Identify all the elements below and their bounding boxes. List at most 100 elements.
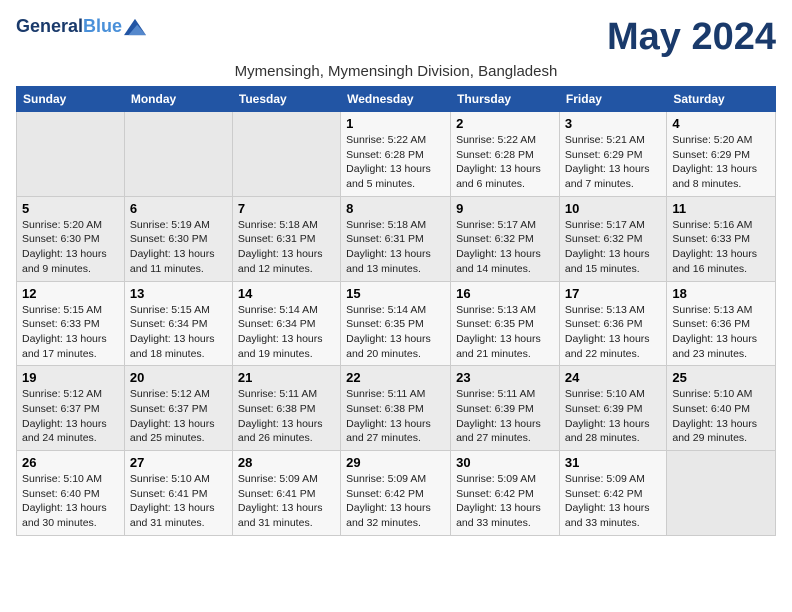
day-detail: Sunrise: 5:10 AM Sunset: 6:39 PM Dayligh…	[565, 387, 661, 446]
calendar-cell: 15Sunrise: 5:14 AM Sunset: 6:35 PM Dayli…	[341, 281, 451, 366]
calendar-week-row: 5 Sunrise: 5:20 AM Sunset: 6:30 PM Daylig…	[17, 196, 776, 281]
calendar-cell: 7 Sunrise: 5:18 AM Sunset: 6:31 PM Daylig…	[232, 196, 340, 281]
day-number: 14	[238, 286, 335, 301]
subtitle: Mymensingh, Mymensingh Division, Banglad…	[16, 63, 776, 80]
header-cell-saturday: Saturday	[667, 87, 776, 112]
calendar-cell	[232, 112, 340, 197]
day-detail: Sunrise: 5:11 AM Sunset: 6:38 PM Dayligh…	[346, 387, 445, 446]
header-cell-wednesday: Wednesday	[341, 87, 451, 112]
calendar-cell: 2 Sunrise: 5:22 AM Sunset: 6:28 PM Daylig…	[451, 112, 560, 197]
calendar-cell: 23 Sunrise: 5:11 AM Sunset: 6:39 PM Dayli…	[451, 366, 560, 451]
day-detail: Sunrise: 5:15 AM Sunset: 6:33 PM Dayligh…	[22, 303, 119, 362]
day-detail: Sunrise: 5:18 AM Sunset: 6:31 PM Dayligh…	[346, 218, 445, 277]
day-detail: Sunrise: 5:12 AM Sunset: 6:37 PM Dayligh…	[22, 387, 119, 446]
day-number: 15	[346, 286, 445, 301]
calendar-cell: 27 Sunrise: 5:10 AM Sunset: 6:41 PM Dayli…	[124, 451, 232, 536]
calendar-cell: 21 Sunrise: 5:11 AM Sunset: 6:38 PM Dayli…	[232, 366, 340, 451]
day-number: 19	[22, 370, 119, 385]
calendar-cell: 19 Sunrise: 5:12 AM Sunset: 6:37 PM Dayli…	[17, 366, 125, 451]
day-number: 8	[346, 201, 445, 216]
day-number: 1	[346, 116, 445, 131]
day-detail: Sunrise: 5:11 AM Sunset: 6:38 PM Dayligh…	[238, 387, 335, 446]
calendar-cell: 3 Sunrise: 5:21 AM Sunset: 6:29 PM Daylig…	[559, 112, 666, 197]
day-number: 31	[565, 455, 661, 470]
day-number: 7	[238, 201, 335, 216]
calendar-cell: 12 Sunrise: 5:15 AM Sunset: 6:33 PM Dayli…	[17, 281, 125, 366]
day-detail: Sunrise: 5:20 AM Sunset: 6:30 PM Dayligh…	[22, 218, 119, 277]
day-detail: Sunrise: 5:10 AM Sunset: 6:41 PM Dayligh…	[130, 472, 227, 531]
day-number: 20	[130, 370, 227, 385]
calendar-cell: 29 Sunrise: 5:09 AM Sunset: 6:42 PM Dayli…	[341, 451, 451, 536]
day-number: 28	[238, 455, 335, 470]
calendar-cell: 22 Sunrise: 5:11 AM Sunset: 6:38 PM Dayli…	[341, 366, 451, 451]
day-number: 29	[346, 455, 445, 470]
calendar-cell: 11 Sunrise: 5:16 AM Sunset: 6:33 PM Dayli…	[667, 196, 776, 281]
day-detail: Sunrise: 5:20 AM Sunset: 6:29 PM Dayligh…	[672, 133, 770, 192]
header-cell-monday: Monday	[124, 87, 232, 112]
day-number: 13	[130, 286, 227, 301]
day-detail: Sunrise: 5:17 AM Sunset: 6:32 PM Dayligh…	[456, 218, 554, 277]
calendar-cell: 25Sunrise: 5:10 AM Sunset: 6:40 PM Dayli…	[667, 366, 776, 451]
day-number: 26	[22, 455, 119, 470]
calendar-cell: 6Sunrise: 5:19 AM Sunset: 6:30 PM Daylig…	[124, 196, 232, 281]
calendar-cell: 26 Sunrise: 5:10 AM Sunset: 6:40 PM Dayli…	[17, 451, 125, 536]
calendar-cell	[17, 112, 125, 197]
day-detail: Sunrise: 5:09 AM Sunset: 6:41 PM Dayligh…	[238, 472, 335, 531]
day-detail: Sunrise: 5:19 AM Sunset: 6:30 PM Dayligh…	[130, 218, 227, 277]
calendar-table: SundayMondayTuesdayWednesdayThursdayFrid…	[16, 86, 776, 536]
header-cell-friday: Friday	[559, 87, 666, 112]
calendar-cell: 4 Sunrise: 5:20 AM Sunset: 6:29 PM Daylig…	[667, 112, 776, 197]
calendar-week-row: 19 Sunrise: 5:12 AM Sunset: 6:37 PM Dayli…	[17, 366, 776, 451]
main-title: May 2024	[607, 16, 776, 59]
calendar-cell: 1Sunrise: 5:22 AM Sunset: 6:28 PM Daylig…	[341, 112, 451, 197]
calendar-cell: 28 Sunrise: 5:09 AM Sunset: 6:41 PM Dayli…	[232, 451, 340, 536]
day-detail: Sunrise: 5:21 AM Sunset: 6:29 PM Dayligh…	[565, 133, 661, 192]
day-detail: Sunrise: 5:17 AM Sunset: 6:32 PM Dayligh…	[565, 218, 661, 277]
calendar-cell: 5 Sunrise: 5:20 AM Sunset: 6:30 PM Daylig…	[17, 196, 125, 281]
day-number: 9	[456, 201, 554, 216]
day-number: 2	[456, 116, 554, 131]
calendar-cell: 8 Sunrise: 5:18 AM Sunset: 6:31 PM Daylig…	[341, 196, 451, 281]
header-cell-sunday: Sunday	[17, 87, 125, 112]
calendar-week-row: 1 Sunrise: 5:22 AM Sunset: 6:28 PM Daylig…	[17, 112, 776, 197]
day-detail: Sunrise: 5:18 AM Sunset: 6:31 PM Dayligh…	[238, 218, 335, 277]
calendar-cell: 9 Sunrise: 5:17 AM Sunset: 6:32 PM Daylig…	[451, 196, 560, 281]
day-number: 30	[456, 455, 554, 470]
day-detail: Sunrise: 5:09 AM Sunset: 6:42 PM Dayligh…	[346, 472, 445, 531]
day-number: 16	[456, 286, 554, 301]
day-detail: Sunrise: 5:14 AM Sunset: 6:34 PM Dayligh…	[238, 303, 335, 362]
day-detail: Sunrise: 5:22 AM Sunset: 6:28 PM Dayligh…	[456, 133, 554, 192]
logo-icon	[124, 16, 146, 38]
day-number: 22	[346, 370, 445, 385]
day-detail: Sunrise: 5:13 AM Sunset: 6:36 PM Dayligh…	[565, 303, 661, 362]
logo: GeneralBlue	[16, 16, 146, 38]
day-number: 24	[565, 370, 661, 385]
calendar-body: 1 Sunrise: 5:22 AM Sunset: 6:28 PM Daylig…	[17, 112, 776, 536]
title-section: May 2024	[607, 16, 776, 59]
day-detail: Sunrise: 5:09 AM Sunset: 6:42 PM Dayligh…	[456, 472, 554, 531]
day-number: 5	[22, 201, 119, 216]
day-number: 11	[672, 201, 770, 216]
day-detail: Sunrise: 5:11 AM Sunset: 6:39 PM Dayligh…	[456, 387, 554, 446]
day-detail: Sunrise: 5:16 AM Sunset: 6:33 PM Dayligh…	[672, 218, 770, 277]
day-detail: Sunrise: 5:10 AM Sunset: 6:40 PM Dayligh…	[22, 472, 119, 531]
day-number: 10	[565, 201, 661, 216]
calendar-cell: 31Sunrise: 5:09 AM Sunset: 6:42 PM Dayli…	[559, 451, 666, 536]
day-detail: Sunrise: 5:12 AM Sunset: 6:37 PM Dayligh…	[130, 387, 227, 446]
calendar-cell: 14 Sunrise: 5:14 AM Sunset: 6:34 PM Dayli…	[232, 281, 340, 366]
header-cell-tuesday: Tuesday	[232, 87, 340, 112]
day-number: 21	[238, 370, 335, 385]
day-number: 12	[22, 286, 119, 301]
calendar-week-row: 26 Sunrise: 5:10 AM Sunset: 6:40 PM Dayli…	[17, 451, 776, 536]
calendar-cell	[667, 451, 776, 536]
day-number: 17	[565, 286, 661, 301]
day-number: 4	[672, 116, 770, 131]
day-number: 27	[130, 455, 227, 470]
day-detail: Sunrise: 5:13 AM Sunset: 6:35 PM Dayligh…	[456, 303, 554, 362]
calendar-header-row: SundayMondayTuesdayWednesdayThursdayFrid…	[17, 87, 776, 112]
day-number: 25	[672, 370, 770, 385]
day-number: 3	[565, 116, 661, 131]
day-number: 23	[456, 370, 554, 385]
calendar-week-row: 12 Sunrise: 5:15 AM Sunset: 6:33 PM Dayli…	[17, 281, 776, 366]
calendar-cell: 30 Sunrise: 5:09 AM Sunset: 6:42 PM Dayli…	[451, 451, 560, 536]
